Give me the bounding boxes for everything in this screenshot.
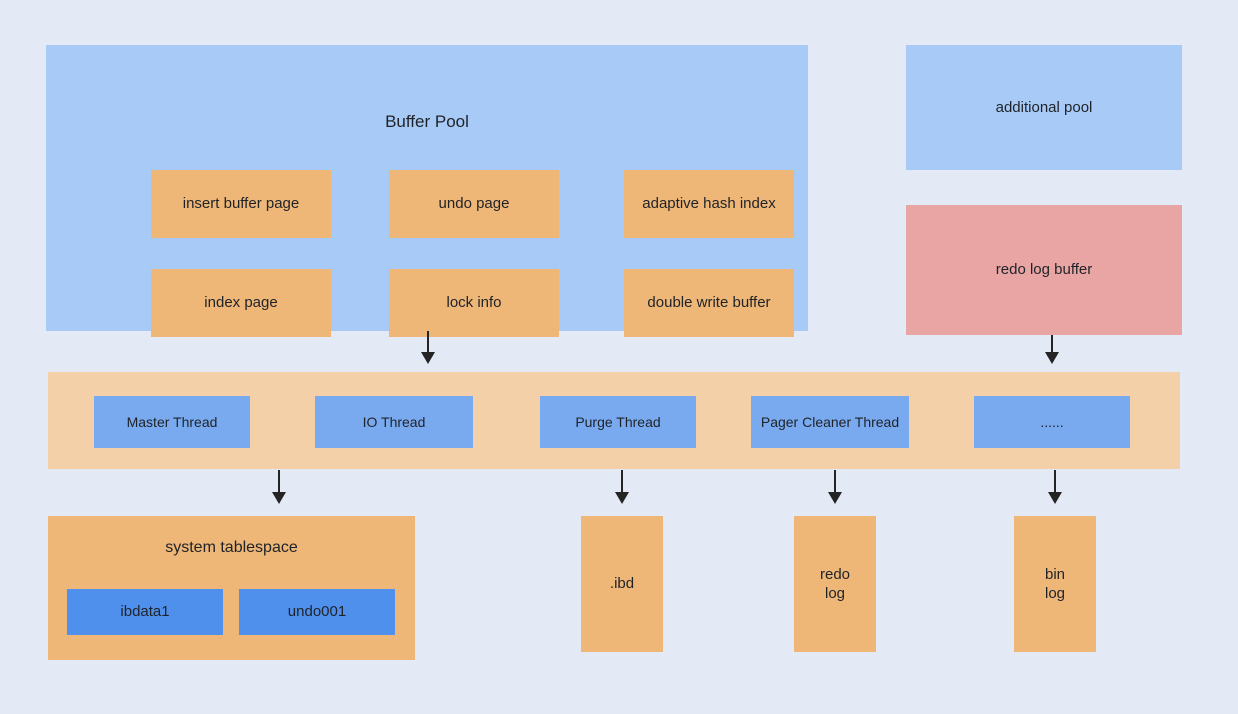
arrow-threads-to-ibd-head: [615, 492, 629, 504]
thread-master-thread[interactable]: Master Thread: [94, 396, 250, 448]
arrow-redolog-to-threads-head: [1045, 352, 1059, 364]
thread-ellipsis[interactable]: ......: [974, 396, 1130, 448]
file-box-redo-log: redo log: [794, 516, 876, 652]
arrow-threads-to-redo-log-head: [828, 492, 842, 504]
pool-cell-index-page: index page: [151, 269, 331, 337]
system-tablespace-title: system tablespace: [165, 539, 298, 556]
pool-cell-adaptive-hash-index: adaptive hash index: [624, 170, 794, 238]
pool-cell-double-write-buffer: double write buffer: [624, 269, 794, 337]
system-tablespace-file-ibdata1: ibdata1: [67, 589, 223, 635]
thread-purge-thread[interactable]: Purge Thread: [540, 396, 696, 448]
file-box-bin-log: bin log: [1014, 516, 1096, 652]
diagram-canvas: Buffer Pool insert buffer page undo page…: [0, 0, 1238, 714]
arrow-threads-to-system-tablespace-head: [272, 492, 286, 504]
file-box-ibd: .ibd: [581, 516, 663, 652]
additional-pool-box: additional pool: [906, 45, 1182, 170]
thread-io-thread[interactable]: IO Thread: [315, 396, 473, 448]
arrow-threads-to-bin-log-head: [1048, 492, 1062, 504]
buffer-pool-title: Buffer Pool: [385, 112, 469, 131]
system-tablespace-container: system tablespace: [48, 516, 415, 660]
buffer-pool-container: Buffer Pool insert buffer page undo page…: [46, 45, 808, 337]
system-tablespace-file-undo001: undo001: [239, 589, 395, 635]
pool-cell-undo-page: undo page: [389, 170, 559, 238]
redo-log-buffer-box: redo log buffer: [906, 205, 1182, 335]
pool-cell-insert-buffer-page: insert buffer page: [151, 170, 331, 238]
thread-pager-cleaner-thread[interactable]: Pager Cleaner Thread: [751, 396, 909, 448]
pool-cell-lock-info: lock info: [389, 269, 559, 337]
arrow-bufferpool-to-threads-head: [421, 352, 435, 364]
